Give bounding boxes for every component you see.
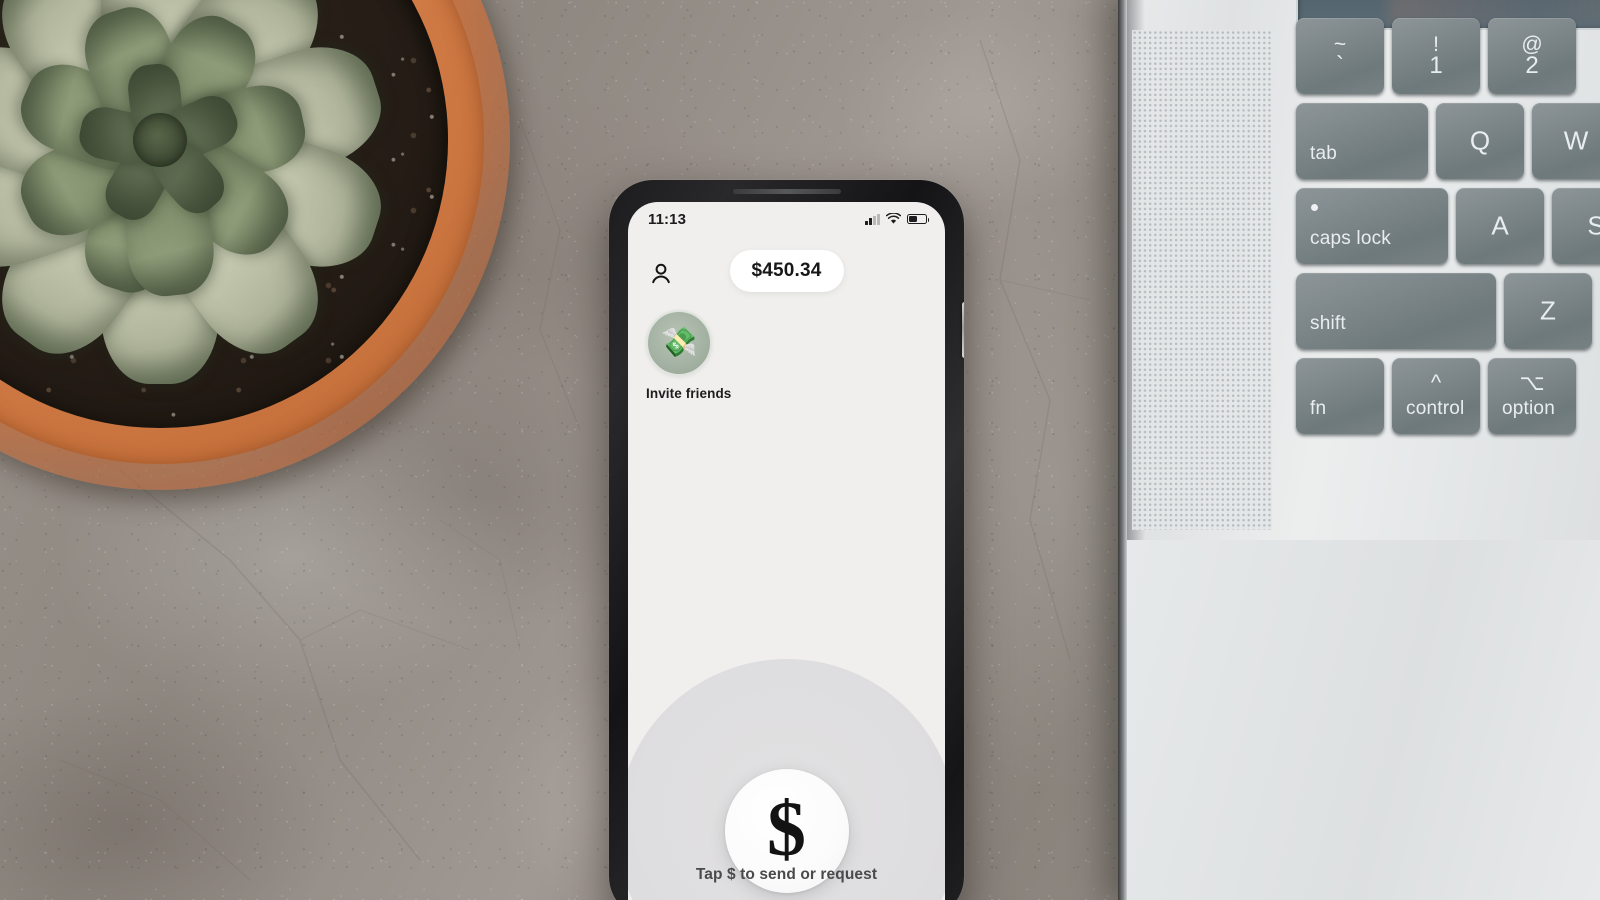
tilde-key-lower-label: ` [1336,52,1344,79]
z-key-label: Z [1540,295,1556,326]
macbook-laptop: ~ ` ! 1 @ 2 tab Q W caps lock A S shift … [1118,0,1600,900]
option-key[interactable]: ⌥ option [1488,358,1576,434]
shift-key[interactable]: shift [1296,273,1496,349]
invite-friends-label: Invite friends [646,386,732,401]
status-bar: 11:13 [628,202,945,236]
succulent-rosette [0,0,510,490]
s-key-label: S [1587,210,1600,241]
tab-key-label: tab [1310,143,1338,164]
caps-lock-key[interactable]: caps lock [1296,188,1448,264]
s-key[interactable]: S [1552,188,1600,264]
a-key-label: A [1491,210,1509,241]
q-key[interactable]: Q [1436,103,1524,179]
control-key[interactable]: ^ control [1392,358,1480,434]
tilde-key[interactable]: ~ ` [1296,18,1384,94]
power-button[interactable] [962,302,964,358]
invite-friends-block[interactable]: 💸 Invite friends [628,296,945,401]
smartphone: 11:13 $450.34 💸 Invite friends $ Tap $ t… [609,180,964,900]
one-key-lower-label: 1 [1429,52,1443,79]
laptop-left-edge [1118,0,1127,900]
control-key-symbol: ^ [1430,370,1442,395]
z-key[interactable]: Z [1504,273,1592,349]
caps-lock-indicator-icon [1311,204,1318,211]
option-key-symbol: ⌥ [1519,370,1545,395]
keyboard: ~ ` ! 1 @ 2 tab Q W caps lock A S shift … [1296,18,1600,443]
control-key-label: control [1406,398,1465,419]
keyboard-row-qwerty: tab Q W [1296,103,1600,179]
q-key-label: Q [1469,125,1491,156]
laptop-palm-rest [1127,540,1600,900]
person-icon[interactable] [648,261,674,287]
w-key-label: W [1563,125,1589,156]
app-top-bar: $450.34 [628,236,945,296]
phone-screen: 11:13 $450.34 💸 Invite friends $ Tap $ t… [628,202,945,900]
shift-key-label: shift [1310,313,1346,334]
speaker-grille [1132,30,1272,530]
pay-hint-text: Tap $ to send or request [695,866,878,883]
fn-key-label: fn [1310,398,1327,419]
keyboard-row-shift: shift Z [1296,273,1600,349]
keyboard-row-numbers: ~ ` ! 1 @ 2 [1296,18,1600,94]
w-key[interactable]: W [1532,103,1600,179]
a-key[interactable]: A [1456,188,1544,264]
status-bar-clock: 11:13 [648,210,687,228]
one-key[interactable]: ! 1 [1392,18,1480,94]
keyboard-row-modifiers: fn ^ control ⌥ option [1296,358,1600,434]
two-key[interactable]: @ 2 [1488,18,1576,94]
potted-succulent [0,0,510,490]
battery-icon [907,213,930,225]
status-bar-icons [865,213,930,225]
wifi-icon [886,213,901,224]
earpiece-speaker [732,189,841,194]
fn-key[interactable]: fn [1296,358,1384,434]
option-key-label: option [1502,398,1555,419]
tab-key[interactable]: tab [1296,103,1428,179]
balance-pill[interactable]: $450.34 [729,250,844,292]
rosette-center [133,113,187,167]
dollar-sign-icon: $ [767,785,806,872]
caps-lock-key-label: caps lock [1310,228,1392,249]
cellular-signal-icon [865,213,880,225]
two-key-lower-label: 2 [1525,52,1539,79]
money-with-wings-icon[interactable]: 💸 [646,310,712,376]
keyboard-row-home: caps lock A S [1296,188,1600,264]
pay-zone: $ Tap $ to send or request [628,401,945,900]
